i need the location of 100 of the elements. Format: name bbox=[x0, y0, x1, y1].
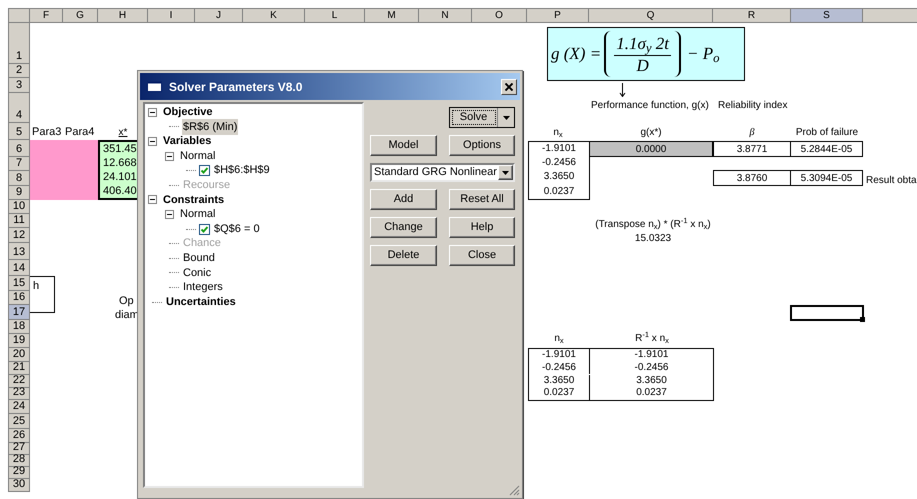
tree-item[interactable]: Bound bbox=[182, 250, 216, 266]
tree-item[interactable]: Variables bbox=[162, 133, 212, 150]
column-header[interactable]: L bbox=[305, 8, 365, 23]
collapse-icon[interactable] bbox=[148, 195, 157, 204]
caret-icon[interactable] bbox=[502, 170, 509, 174]
dialog-button[interactable]: Options bbox=[449, 135, 515, 156]
row-header[interactable]: 8 bbox=[8, 171, 30, 186]
dialog-button[interactable]: Model bbox=[370, 135, 437, 156]
tree-item[interactable]: Normal bbox=[179, 206, 216, 223]
column-header[interactable]: R bbox=[713, 8, 791, 23]
column-header[interactable]: J bbox=[195, 8, 243, 23]
column-header[interactable]: G bbox=[63, 8, 98, 23]
row-header[interactable]: 18 bbox=[8, 320, 30, 334]
tree-item[interactable]: $R$6 (Min) bbox=[182, 118, 238, 136]
row-header[interactable]: 12 bbox=[8, 228, 30, 243]
column-header[interactable]: I bbox=[148, 8, 195, 23]
cell-text: h bbox=[33, 279, 40, 294]
collapse-icon[interactable] bbox=[148, 108, 157, 117]
collapse-icon[interactable] bbox=[165, 210, 174, 219]
row-header[interactable]: 2 bbox=[8, 64, 30, 78]
cell-text: Result obta bbox=[866, 174, 917, 188]
row-header[interactable]: 7 bbox=[8, 157, 30, 171]
row-header[interactable]: 1 bbox=[8, 23, 30, 64]
row-header[interactable]: 14 bbox=[8, 260, 30, 276]
row-header[interactable]: 15 bbox=[8, 276, 30, 291]
tree-item[interactable]: Normal bbox=[179, 148, 216, 164]
tree-item[interactable]: $H$6:$H$9 bbox=[213, 162, 271, 179]
table-cell: 3.3650 bbox=[529, 374, 590, 388]
cell-border-box bbox=[30, 276, 55, 313]
tree-item[interactable]: Objective bbox=[162, 104, 214, 121]
row-header[interactable]: 24 bbox=[8, 400, 30, 414]
dialog-button[interactable]: Close bbox=[449, 245, 515, 266]
row-header[interactable]: 25 bbox=[8, 414, 30, 429]
column-header[interactable]: Q bbox=[589, 8, 713, 23]
dialog-button[interactable]: Help bbox=[449, 217, 515, 238]
column-label: x* bbox=[118, 128, 128, 138]
row-header[interactable]: 28 bbox=[8, 455, 30, 467]
table-cell-text: -1.9101 bbox=[541, 142, 577, 156]
dialog-button[interactable]: Add bbox=[370, 189, 437, 210]
checkbox[interactable] bbox=[199, 224, 210, 235]
window-title: Solver Parameters V8.0 bbox=[169, 78, 304, 96]
row-header[interactable]: 30 bbox=[8, 479, 30, 492]
column-header[interactable]: K bbox=[243, 8, 305, 23]
close-button[interactable] bbox=[501, 78, 517, 94]
split-button[interactable]: Solve bbox=[449, 107, 515, 128]
column-header[interactable]: F bbox=[30, 8, 63, 23]
row-header[interactable]: 26 bbox=[8, 429, 30, 443]
column-label: n$_{x}$ bbox=[553, 128, 563, 138]
row-header[interactable]: 19 bbox=[8, 334, 30, 348]
close-icon bbox=[505, 82, 513, 90]
column-header[interactable]: S bbox=[791, 8, 863, 23]
row-header[interactable]: 21 bbox=[8, 362, 30, 375]
resize-grip-icon[interactable] bbox=[509, 485, 520, 496]
column-header[interactable]: P bbox=[527, 8, 589, 23]
row-header[interactable]: 22 bbox=[8, 375, 30, 388]
dialog-button[interactable]: Change bbox=[370, 217, 437, 238]
column-header[interactable]: H bbox=[98, 8, 148, 23]
table-cell: 5.3094E-05 bbox=[790, 170, 863, 186]
row-header[interactable]: 3 bbox=[8, 78, 30, 93]
collapse-icon[interactable] bbox=[165, 152, 174, 161]
row-header[interactable]: 10 bbox=[8, 200, 30, 214]
table-cell: -1.9101 bbox=[529, 349, 590, 362]
column-label: Para3 bbox=[32, 127, 62, 138]
cell-text: Performance function, g(x) bbox=[591, 99, 709, 113]
engine-dropdown[interactable]: Standard GRG Nonlinear bbox=[370, 163, 515, 182]
tree-item[interactable]: Integers bbox=[182, 279, 224, 296]
table-cell: 3.8760 bbox=[713, 170, 791, 186]
column-header[interactable]: M bbox=[365, 8, 419, 23]
column-header[interactable]: N bbox=[419, 8, 472, 23]
table-cell-text: 406.40 bbox=[102, 184, 137, 198]
table-cell-text: 12.668 bbox=[102, 156, 137, 170]
tree-item[interactable]: $Q$6 = 0 bbox=[213, 220, 261, 238]
row-header[interactable]: 4 bbox=[8, 93, 30, 123]
tree-item[interactable]: Uncertainties bbox=[165, 294, 237, 310]
table-cell-text: -0.2456 bbox=[541, 156, 577, 170]
formula-text: − P$_{o}$ bbox=[686, 43, 720, 67]
row-header[interactable]: 23 bbox=[8, 388, 30, 400]
dialog-button[interactable]: Delete bbox=[370, 245, 437, 266]
table-cell: 5.2844E-05 bbox=[790, 141, 863, 157]
row-header[interactable]: 27 bbox=[8, 443, 30, 455]
row-header[interactable]: 13 bbox=[8, 243, 30, 260]
row-header[interactable]: 11 bbox=[8, 214, 30, 228]
row-header[interactable]: 9 bbox=[8, 186, 30, 200]
row-header[interactable]: 5 bbox=[8, 123, 30, 140]
collapse-icon[interactable] bbox=[148, 136, 157, 146]
row-header[interactable]: 17 bbox=[8, 305, 30, 320]
row-header[interactable]: 20 bbox=[8, 348, 30, 362]
row-header[interactable]: 29 bbox=[8, 467, 30, 479]
row-header[interactable]: 16 bbox=[8, 291, 30, 305]
checkbox[interactable] bbox=[199, 165, 210, 176]
dialog-button[interactable]: Reset All bbox=[449, 189, 515, 210]
table-cell-text: 0.0237 bbox=[542, 184, 576, 199]
selected-cell[interactable] bbox=[790, 305, 864, 321]
column-header[interactable]: O bbox=[472, 8, 527, 23]
fill-handle[interactable] bbox=[860, 317, 865, 322]
caret-icon[interactable] bbox=[502, 116, 510, 120]
tree-item[interactable]: Conic bbox=[182, 264, 212, 282]
tree-item[interactable]: Constraints bbox=[162, 192, 226, 208]
row-header[interactable]: 6 bbox=[8, 140, 30, 157]
table-cell: 0.0000 bbox=[589, 141, 713, 157]
